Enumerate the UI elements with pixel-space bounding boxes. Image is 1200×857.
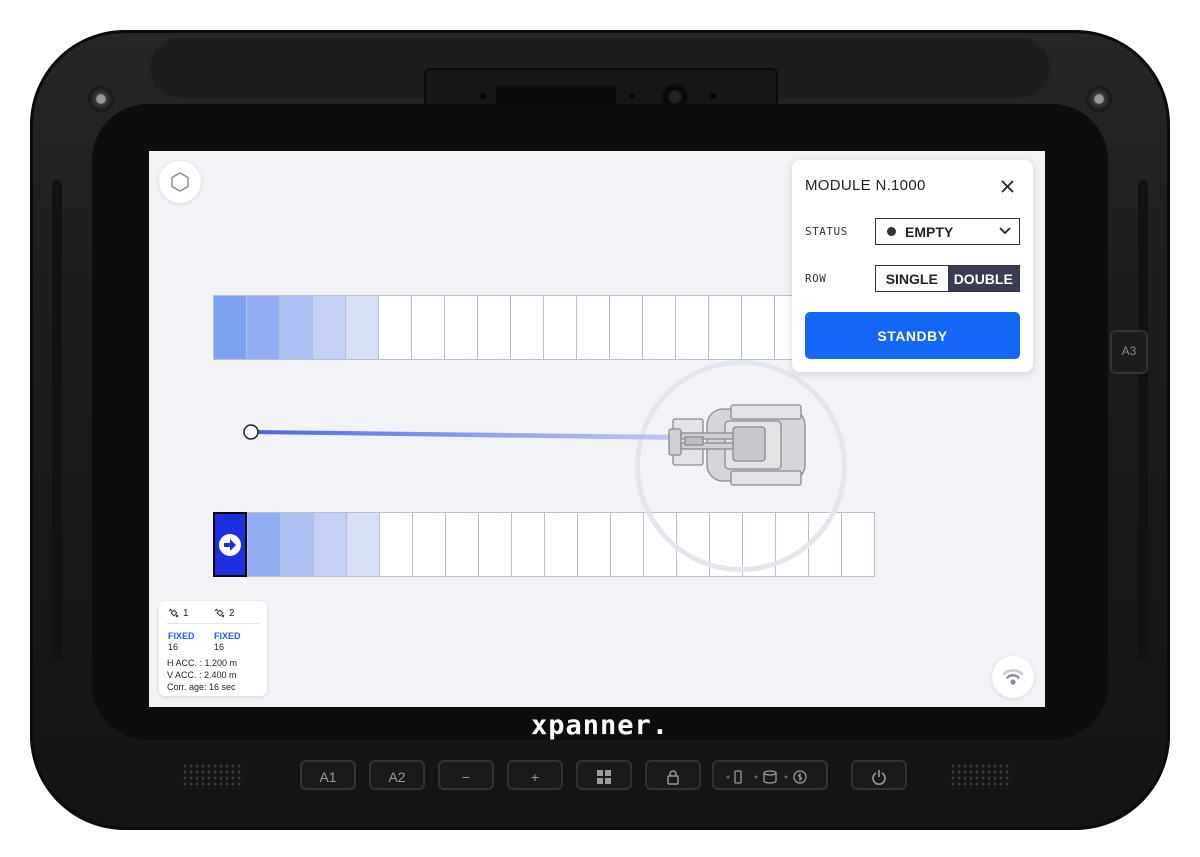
gnss-v-accuracy: V ACC. : 2.400 m — [167, 670, 237, 680]
standby-button[interactable]: STANDBY — [805, 312, 1020, 359]
sensor-icon — [710, 93, 716, 99]
chevron-down-icon — [999, 227, 1011, 235]
hardware-button-bar: A1 A2 − + — [0, 760, 1200, 792]
hw-button-volume-down[interactable]: − — [438, 760, 494, 790]
satellite-icon — [214, 608, 225, 618]
module-detail-panel: MODULE N.1000 STATUS EMPTY ROW SINGLE DO… — [792, 160, 1033, 372]
power-icon — [872, 770, 886, 785]
connectivity-button[interactable] — [992, 656, 1034, 698]
lock-icon — [667, 770, 679, 785]
status-dropdown[interactable]: EMPTY — [875, 218, 1020, 245]
hw-button-lock[interactable] — [645, 760, 701, 790]
row-type-toggle: SINGLE DOUBLE — [875, 265, 1020, 292]
gnss-correction-age: Corr. age: 16 sec — [167, 682, 236, 692]
status-led-panel — [712, 760, 828, 790]
sensor-icon — [629, 93, 635, 99]
row-option-double[interactable]: DOUBLE — [947, 266, 1019, 291]
status-label: STATUS — [805, 225, 848, 238]
panel-title: MODULE N.1000 — [805, 177, 926, 194]
excavator-icon — [668, 404, 806, 486]
side-rail — [52, 180, 62, 660]
hw-button-volume-up[interactable]: + — [507, 760, 563, 790]
gnss-status-card: 1 2 FIXED FIXED 16 16 H ACC. : 1.200 m V… — [159, 601, 267, 696]
gnss-antenna-2-count: 16 — [214, 642, 225, 652]
status-dot-icon — [887, 227, 896, 236]
boom-reach-line — [252, 430, 684, 440]
hw-button-a2[interactable]: A2 — [369, 760, 425, 790]
status-value: EMPTY — [905, 223, 954, 240]
divider — [167, 623, 259, 624]
close-button[interactable] — [999, 178, 1015, 194]
screw-icon — [88, 86, 114, 112]
gnss-antenna-2-label: 2 — [229, 607, 235, 619]
row-option-single[interactable]: SINGLE — [876, 266, 948, 291]
close-icon — [1000, 179, 1014, 193]
gnss-h-accuracy: H ACC. : 1.200 m — [167, 658, 238, 668]
brand-logo: xpanner. — [530, 710, 670, 741]
wifi-icon — [1002, 669, 1024, 685]
gnss-antenna-1-count: 16 — [168, 642, 179, 652]
side-rail — [1138, 180, 1148, 660]
gnss-antenna-2-fix: FIXED — [214, 631, 241, 641]
app-screen: 1 2 FIXED FIXED 16 16 H ACC. : 1.200 m V… — [149, 151, 1045, 707]
screw-icon — [1086, 86, 1112, 112]
side-key-a3[interactable]: A3 — [1110, 330, 1148, 374]
status-leds-icon — [726, 770, 807, 784]
gnss-antenna-1-fix: FIXED — [168, 631, 195, 641]
gnss-antenna-1: 1 — [168, 607, 189, 619]
gnss-antenna-2: 2 — [214, 607, 235, 619]
sensor-icon — [480, 93, 486, 99]
satellite-icon — [168, 608, 179, 618]
windows-icon — [597, 770, 611, 784]
hw-button-power[interactable] — [851, 760, 907, 790]
hw-button-a1[interactable]: A1 — [300, 760, 356, 790]
gnss-antenna-1-label: 1 — [183, 607, 189, 619]
row-label: ROW — [805, 272, 827, 285]
target-point-icon[interactable] — [243, 424, 259, 440]
hw-button-windows[interactable] — [576, 760, 632, 790]
